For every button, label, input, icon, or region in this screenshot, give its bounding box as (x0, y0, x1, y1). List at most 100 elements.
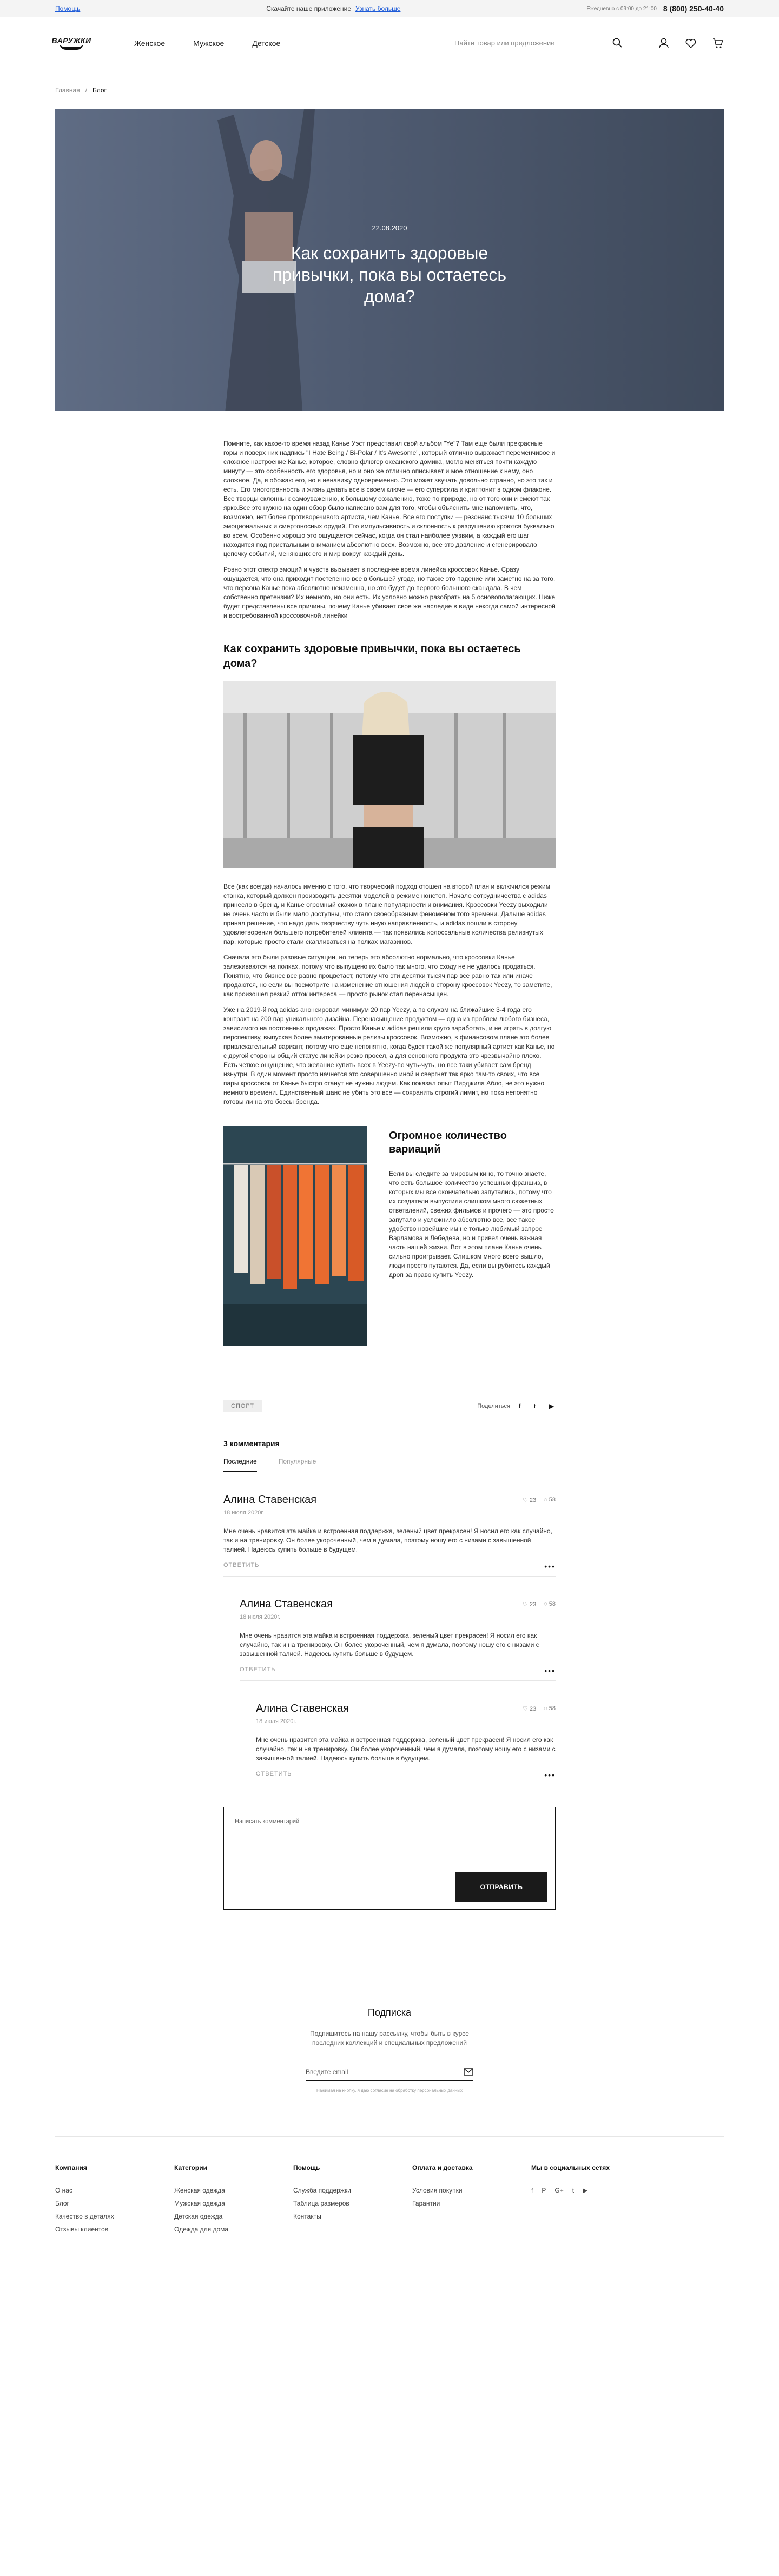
hero-title: Как сохранить здоровые привычки, пока вы… (272, 243, 507, 306)
footer-column: Оплата и доставка Условия покупки Гарант… (412, 2164, 531, 2239)
comment-form[interactable]: Написать комментарий ОТПРАВИТЬ (223, 1807, 556, 1910)
breadcrumb-current: Блог (93, 87, 107, 94)
search-placeholder: Найти товар или предложение (454, 38, 555, 47)
footer-link[interactable]: Служба поддержки (293, 2187, 412, 2194)
tag-share-row: СПОРТ Поделиться f t ▶ (223, 1388, 556, 1412)
google-plus-icon[interactable]: G+ (554, 2187, 563, 2194)
reply-button[interactable]: ОТВЕТИТЬ (256, 1771, 292, 1779)
comment-input-placeholder: Написать комментарий (235, 1818, 300, 1825)
twitter-icon[interactable]: t (572, 2187, 574, 2194)
email-placeholder: Введите email (306, 2068, 348, 2076)
top-bar: Помощь Скачайте наше приложение Узнать бо… (0, 0, 779, 17)
comment-date: 18 июля 2020г. (240, 1614, 281, 1620)
nav-item-women[interactable]: Женское (134, 39, 165, 48)
article-paragraph: Сначала это были разовые ситуации, но те… (223, 953, 552, 998)
like-count: 23 (529, 1601, 537, 1608)
tab-latest[interactable]: Последние (223, 1458, 257, 1472)
send-button[interactable]: ОТПРАВИТЬ (455, 1872, 547, 1902)
dislike-icon[interactable]: ◌ 58 (544, 1601, 556, 1608)
help-link[interactable]: Помощь (55, 5, 80, 12)
hero-banner: 22.08.2020 Как сохранить здоровые привыч… (55, 109, 724, 411)
comment-author: Алина Ставенская (256, 1703, 349, 1714)
hero-date: 22.08.2020 (372, 224, 407, 232)
working-hours: Ежедневно с 09:00 до 21:00 (586, 5, 657, 12)
like-icon[interactable]: ♡ 23 (523, 1496, 536, 1504)
breadcrumb: Главная / Блог (0, 69, 779, 101)
social-title: Мы в социальных сетях (531, 2164, 610, 2171)
feature-block: Огромное количество вариаций Если вы сле… (223, 1126, 556, 1346)
clothing-rack-photo (223, 1126, 367, 1346)
share-block: Поделиться f t ▶ (477, 1403, 556, 1409)
article-body: Помните, как какое-то время назад Канье … (223, 439, 556, 1107)
user-icon[interactable] (658, 37, 670, 49)
subscribe-text: Подпишитесь на нашу рассылку, чтобы быть… (310, 2030, 469, 2047)
twitter-icon[interactable]: t (534, 1403, 540, 1409)
search-input[interactable]: Найти товар или предложение (454, 34, 622, 52)
facebook-icon[interactable]: f (519, 1403, 525, 1409)
facebook-icon[interactable]: f (531, 2187, 533, 2194)
consent-note: Нажимая на кнопку, я даю согласие на обр… (316, 2088, 463, 2093)
more-icon[interactable]: ••• (544, 1666, 556, 1675)
pinterest-icon[interactable]: P (542, 2187, 546, 2194)
comment-author: Алина Ставенская (223, 1494, 317, 1506)
comment-text: Мне очень нравится эта майка и встроенна… (240, 1632, 539, 1658)
comments-tabs: Последние Популярные (223, 1458, 556, 1472)
footer-column-title: Помощь (293, 2164, 320, 2171)
footer-link[interactable]: Детская одежда (174, 2213, 293, 2220)
dislike-count: 58 (549, 1496, 556, 1503)
youtube-icon[interactable]: ▶ (583, 2187, 587, 2194)
mail-icon[interactable] (464, 2068, 473, 2076)
breadcrumb-home[interactable]: Главная (55, 87, 80, 101)
comment-votes: ♡ 23 ◌ 58 (523, 1705, 556, 1712)
footer-column: Компания О нас Блог Качество в деталях О… (55, 2164, 174, 2239)
logo-arc (60, 43, 83, 50)
dislike-icon[interactable]: ◌ 58 (544, 1705, 556, 1712)
cart-icon[interactable] (712, 37, 724, 49)
footer-link[interactable]: Отзывы клиентов (55, 2226, 174, 2233)
breadcrumb-separator: / (85, 87, 88, 94)
app-promo-link[interactable]: Узнать больше (355, 5, 400, 12)
email-field[interactable]: Введите email (306, 2068, 473, 2081)
footer-link[interactable]: Качество в деталях (55, 2213, 174, 2220)
footer-link[interactable]: Женская одежда (174, 2187, 293, 2194)
app-promo-text: Скачайте наше приложение (266, 5, 352, 12)
article-paragraph: Уже на 2019-й год adidas анонсировал мин… (223, 1006, 555, 1105)
footer-link[interactable]: Условия покупки (412, 2187, 531, 2194)
youtube-icon[interactable]: ▶ (549, 1403, 556, 1409)
header-icons (658, 37, 724, 49)
dislike-icon[interactable]: ◌ 58 (544, 1496, 556, 1504)
more-icon[interactable]: ••• (544, 1562, 556, 1571)
feature-text: Огромное количество вариаций Если вы сле… (389, 1126, 556, 1346)
footer-link[interactable]: Таблица размеров (293, 2200, 412, 2207)
reply-button[interactable]: ОТВЕТИТЬ (240, 1666, 276, 1675)
like-icon[interactable]: ♡ 23 (523, 1705, 536, 1712)
like-icon[interactable]: ♡ 23 (523, 1601, 536, 1608)
comment-votes: ♡ 23 ◌ 58 (523, 1601, 556, 1608)
share-label: Поделиться (477, 1403, 510, 1409)
footer-column: Помощь Служба поддержки Таблица размеров… (293, 2164, 412, 2239)
app-promo: Скачайте наше приложение Узнать больше (266, 5, 400, 12)
nav-item-men[interactable]: Мужское (193, 39, 224, 48)
tab-popular[interactable]: Популярные (279, 1458, 316, 1472)
footer-link[interactable]: Одежда для дома (174, 2226, 293, 2233)
more-icon[interactable]: ••• (544, 1771, 556, 1779)
comment-votes: ♡ 23 ◌ 58 (523, 1496, 556, 1504)
footer-link[interactable]: Мужская одежда (174, 2200, 293, 2207)
footer-link[interactable]: Гарантии (412, 2200, 531, 2207)
reply-button[interactable]: ОТВЕТИТЬ (223, 1562, 260, 1571)
main-nav: Женское Мужское Детское (134, 39, 280, 48)
logo[interactable]: ВАРУЖКИ (51, 36, 91, 50)
search-icon[interactable] (612, 38, 622, 48)
footer-link[interactable]: О нас (55, 2187, 174, 2194)
tag-badge[interactable]: СПОРТ (223, 1400, 262, 1412)
nav-item-kids[interactable]: Детское (252, 39, 280, 48)
like-count: 23 (529, 1706, 537, 1712)
comments-title: 3 комментария (223, 1439, 280, 1448)
phone-number[interactable]: 8 (800) 250-40-40 (663, 4, 724, 13)
subscribe-title: Подписка (367, 2007, 412, 2018)
footer-column-title: Оплата и доставка (412, 2164, 473, 2171)
footer-link[interactable]: Контакты (293, 2213, 412, 2220)
footer-link[interactable]: Блог (55, 2200, 174, 2207)
heart-icon[interactable] (685, 37, 697, 49)
comment-date: 18 июля 2020г. (256, 1718, 297, 1725)
